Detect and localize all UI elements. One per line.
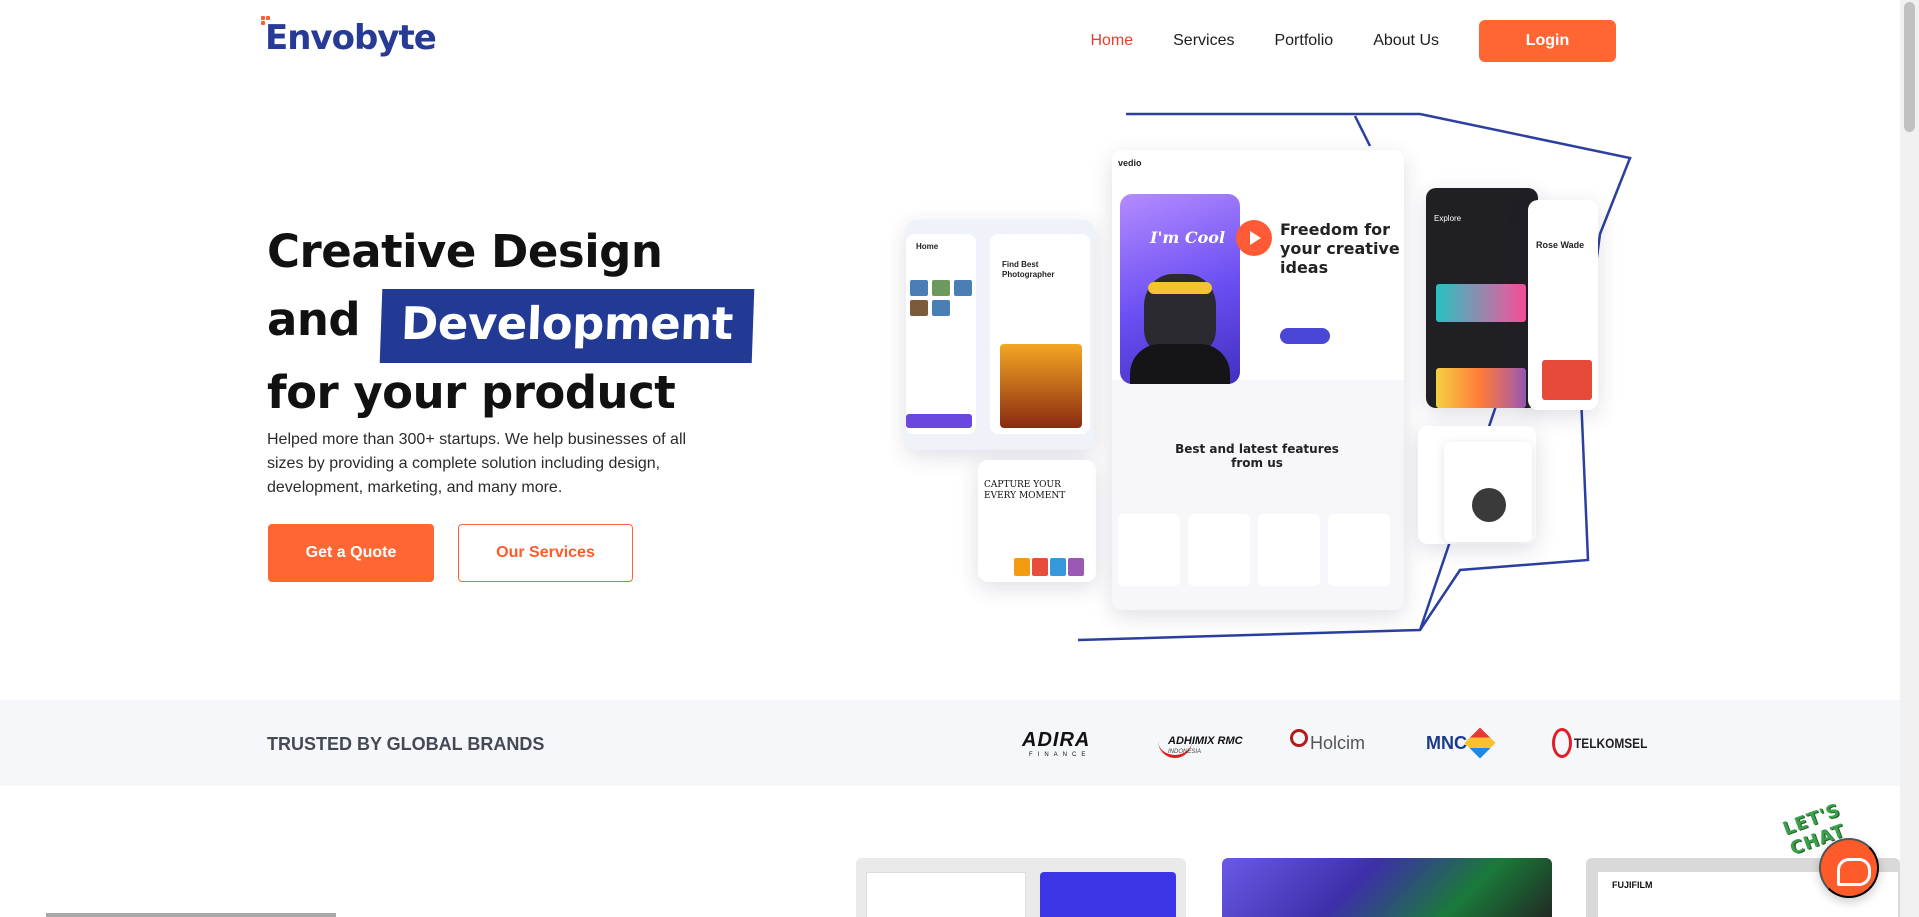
feature-card-3 bbox=[1258, 514, 1320, 586]
holcim-name: Holcim bbox=[1310, 732, 1366, 753]
logo-dots-icon bbox=[261, 16, 271, 26]
profile-name: Rose Wade bbox=[1536, 240, 1585, 250]
phone-home-label: Home bbox=[916, 242, 939, 251]
portfolio-preview-1[interactable] bbox=[856, 858, 1186, 917]
phone-cta-bar bbox=[906, 414, 972, 428]
mockup-nav: vedio bbox=[1118, 158, 1142, 168]
portfolio-preview-2[interactable] bbox=[1222, 858, 1552, 917]
scrollbar-thumb[interactable] bbox=[1904, 2, 1915, 132]
telkomsel-name: TELKOMSEL bbox=[1574, 735, 1648, 751]
hero-description: Helped more than 300+ startups. We help … bbox=[267, 431, 687, 496]
capture-website-mockup: CAPTURE YOUR EVERY MOMENT bbox=[978, 460, 1096, 582]
capture-text: CAPTURE YOUR EVERY MOMENT bbox=[984, 480, 1066, 501]
hero-title-highlight: Development bbox=[380, 289, 755, 363]
person-body bbox=[1130, 344, 1230, 384]
mnc-name: MNC bbox=[1426, 732, 1467, 753]
team-avatar bbox=[1472, 488, 1506, 522]
adira-sub: FINANCE bbox=[1029, 751, 1091, 758]
mockup-hero: vedio I'm Cool Freedom for your creative… bbox=[1112, 150, 1404, 384]
feature-card-4 bbox=[1328, 514, 1390, 586]
trusted-brands-band: TRUSTED BY GLOBAL BRANDS ADIRA FINANCE A… bbox=[0, 700, 1900, 786]
fujifilm-label: FUJIFILM bbox=[1612, 880, 1653, 890]
hero-illustration: Home Find Best Photographer CAPTURE YOUR… bbox=[900, 110, 1640, 650]
preview-1-panel bbox=[866, 872, 1026, 917]
cool-person-image: I'm Cool bbox=[1120, 194, 1240, 384]
logo-text: Envobyte bbox=[265, 18, 437, 58]
adhimix-logo: ADHIMIX RMC INDONESIA bbox=[1158, 720, 1243, 766]
page: Envobyte Home Services Portfolio About U… bbox=[0, 0, 1900, 917]
profile-panel-mockup: Rose Wade bbox=[1528, 200, 1598, 410]
main-nav: Home Services Portfolio About Us Login bbox=[1090, 20, 1616, 62]
explore-image-1 bbox=[1436, 284, 1526, 322]
dark-explore-mockup: Explore bbox=[1426, 188, 1538, 408]
profile-image bbox=[1542, 360, 1592, 400]
mobile-app-mockup: Home Find Best Photographer bbox=[906, 220, 1094, 450]
horizontal-scroll-indicator bbox=[46, 913, 336, 917]
holcim-logo: Holcim bbox=[1290, 720, 1365, 766]
hero-title-line3: for your product bbox=[267, 366, 676, 419]
hero-title-line1: Creative Design bbox=[267, 225, 663, 278]
cool-text: I'm Cool bbox=[1150, 228, 1226, 247]
nav-services[interactable]: Services bbox=[1173, 32, 1234, 50]
telkomsel-logo: TELKOMSEL bbox=[1552, 720, 1660, 766]
video-website-mockup: vedio I'm Cool Freedom for your creative… bbox=[1112, 150, 1404, 610]
adhimix-sub: INDONESIA bbox=[1168, 749, 1202, 755]
adhimix-name: ADHIMIX RMC bbox=[1168, 735, 1243, 747]
login-button[interactable]: Login bbox=[1479, 20, 1616, 62]
holcim-mark-icon bbox=[1290, 729, 1308, 747]
phone-screen-gallery: Home bbox=[906, 234, 976, 434]
play-icon bbox=[1236, 220, 1272, 256]
phone-screen-photographer: Find Best Photographer bbox=[990, 234, 1090, 434]
envobyte-logo[interactable]: Envobyte bbox=[261, 16, 437, 58]
photographer-photo bbox=[1000, 344, 1082, 428]
feature-card-2 bbox=[1188, 514, 1250, 586]
sunglasses bbox=[1148, 282, 1212, 294]
telkomsel-mark-icon bbox=[1552, 728, 1572, 758]
vertical-scrollbar[interactable] bbox=[1900, 0, 1919, 917]
feature-card-1 bbox=[1118, 514, 1180, 586]
explore-label: Explore bbox=[1434, 214, 1462, 223]
nav-portfolio[interactable]: Portfolio bbox=[1274, 32, 1333, 50]
our-services-button[interactable]: Our Services bbox=[458, 524, 633, 582]
chat-bubble-icon[interactable] bbox=[1819, 838, 1879, 898]
team-card-inner bbox=[1444, 442, 1532, 542]
mockup-logo: vedio bbox=[1118, 158, 1142, 168]
trusted-brands-title: TRUSTED BY GLOBAL BRANDS bbox=[267, 734, 545, 754]
freedom-title: Freedom for your creative ideas bbox=[1280, 220, 1400, 277]
nav-about-us[interactable]: About Us bbox=[1373, 32, 1439, 50]
find-photographer-text: Find Best Photographer bbox=[1002, 260, 1055, 279]
mnc-logo: MNC bbox=[1426, 720, 1496, 766]
hero-title: Creative Design and Development for your… bbox=[267, 218, 755, 426]
adira-name: ADIRA bbox=[1022, 728, 1091, 751]
best-features-heading: Best and latest features from us bbox=[1175, 442, 1339, 470]
try-now-pill bbox=[1280, 328, 1330, 344]
explore-image-2 bbox=[1436, 368, 1526, 408]
adira-logo: ADIRA FINANCE bbox=[1022, 720, 1090, 766]
hero-title-line2: and Development bbox=[267, 285, 755, 363]
team-card-mockup bbox=[1418, 426, 1536, 544]
preview-1-blue-panel bbox=[1040, 872, 1176, 917]
get-a-quote-button[interactable]: Get a Quote bbox=[268, 524, 434, 582]
hero-title-and: and bbox=[267, 293, 361, 346]
nav-home[interactable]: Home bbox=[1090, 32, 1133, 50]
mnc-diamond-icon bbox=[1464, 727, 1496, 759]
